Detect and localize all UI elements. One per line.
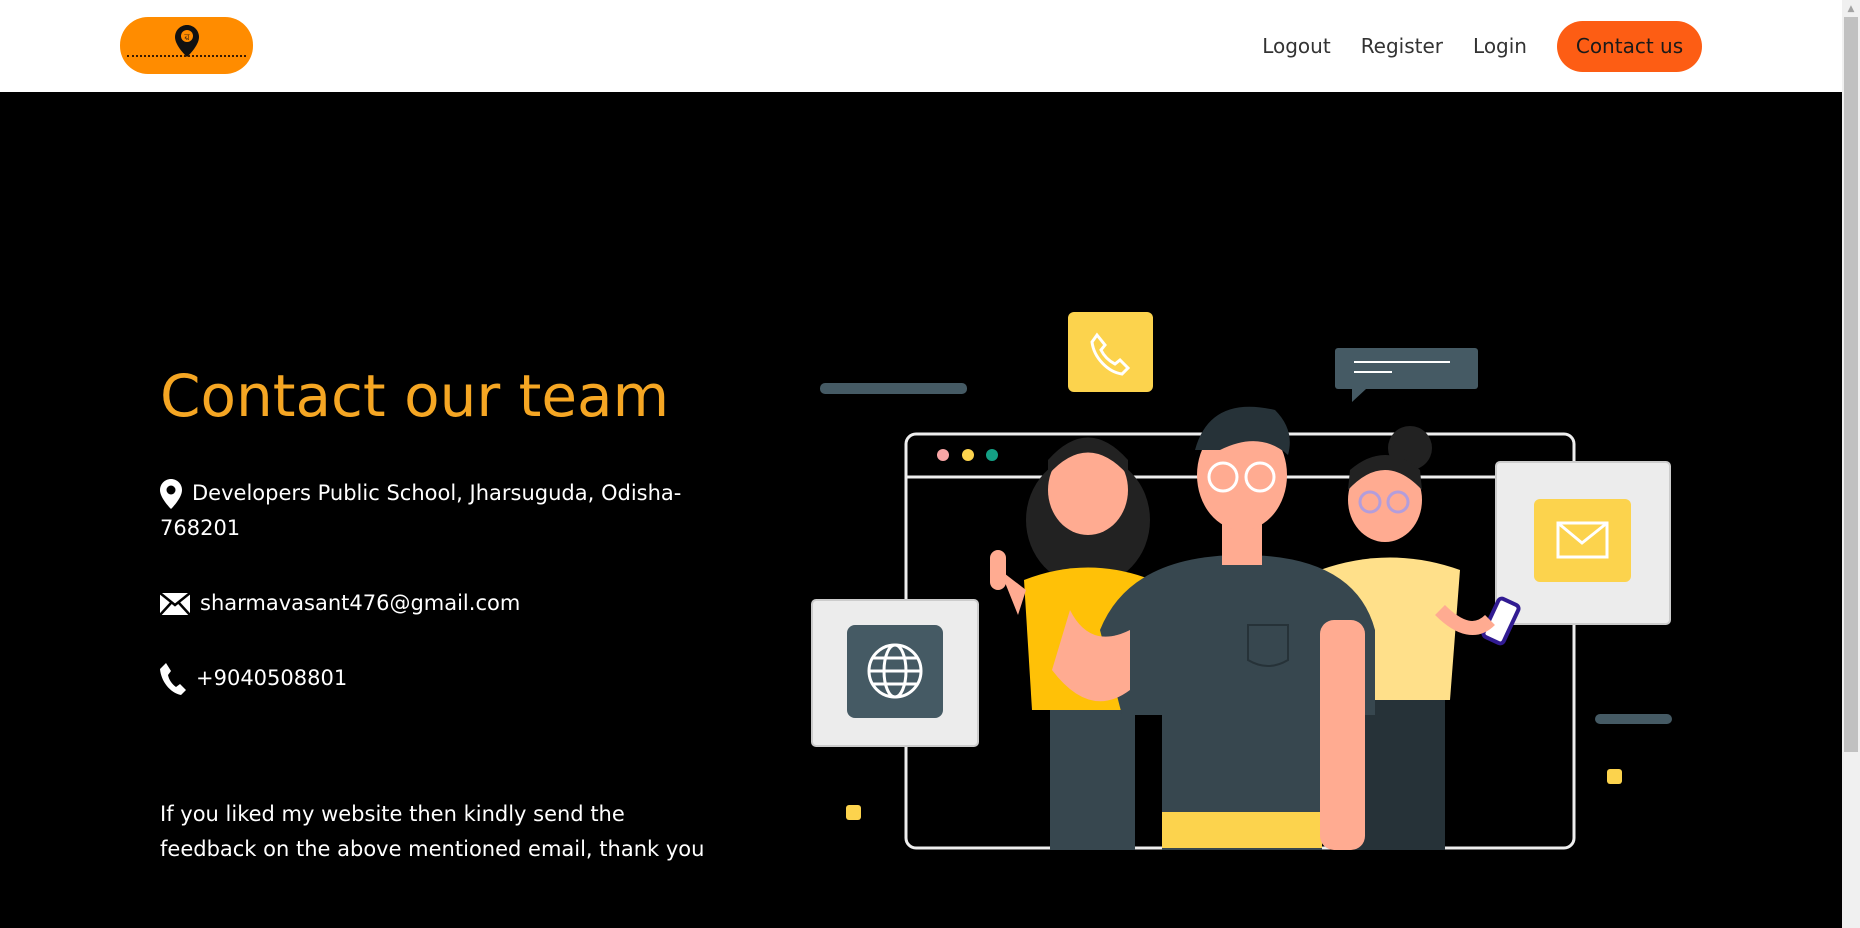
email-text[interactable]: sharmavasant476@gmail.com [200, 591, 520, 615]
nav-register[interactable]: Register [1361, 34, 1443, 58]
deco-bar [1595, 714, 1672, 724]
svg-text:ৱ: ৱ [183, 33, 190, 43]
deco-square [846, 805, 861, 820]
phone-text[interactable]: +9040508801 [196, 666, 347, 690]
vertical-scrollbar[interactable]: ▲ [1842, 0, 1860, 928]
mail-tile-icon [1495, 461, 1671, 625]
address-text: Developers Public School, Jharsuguda, Od… [160, 481, 682, 540]
scroll-up-arrow-icon[interactable]: ▲ [1842, 0, 1860, 17]
location-pin-logo-icon: ৱ [174, 25, 199, 57]
team-illustration [811, 312, 1672, 850]
address-row: Developers Public School, Jharsuguda, Od… [160, 476, 720, 546]
feedback-message: If you liked my website then kindly send… [160, 802, 705, 861]
site-logo[interactable]: ৱ [120, 17, 253, 74]
nav-links: Logout Register Login Contact us [1262, 20, 1702, 72]
navbar: ৱ Logout Register Login Contact us [0, 0, 1842, 92]
scroll-thumb[interactable] [1844, 17, 1858, 752]
nav-logout[interactable]: Logout [1262, 34, 1330, 58]
nav-login[interactable]: Login [1473, 34, 1527, 58]
deco-bar [820, 383, 967, 394]
deco-square [1607, 769, 1622, 784]
logo-tagline-decoration [127, 55, 246, 58]
phone-row: +9040508801 [160, 661, 347, 696]
phone-icon [160, 663, 186, 695]
location-icon [160, 479, 182, 509]
chat-icon [1335, 348, 1478, 402]
email-row: sharmavasant476@gmail.com [160, 586, 520, 621]
page-title: Contact our team [160, 362, 670, 430]
contact-us-button[interactable]: Contact us [1557, 20, 1702, 72]
mail-icon [160, 593, 190, 615]
phone-tile-icon [1068, 312, 1153, 392]
globe-icon [811, 599, 979, 747]
